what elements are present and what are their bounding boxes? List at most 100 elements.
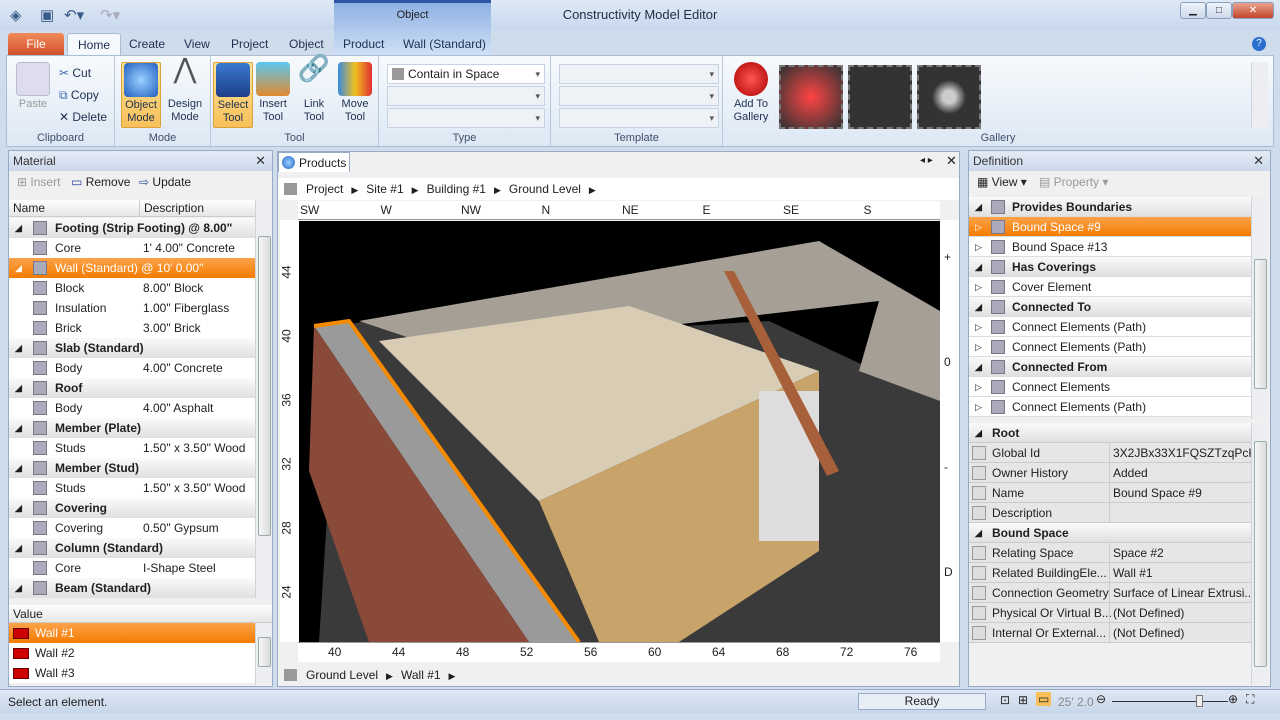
add-to-gallery-button[interactable]: Add To Gallery bbox=[731, 62, 771, 124]
collapse-icon[interactable]: ◢ bbox=[15, 338, 22, 358]
remove-button[interactable]: ▭ Remove bbox=[71, 171, 130, 193]
property-value[interactable]: Wall #1 bbox=[1109, 563, 1251, 582]
collapse-icon[interactable]: ◢ bbox=[975, 297, 982, 316]
gallery-item-1[interactable] bbox=[779, 65, 843, 129]
tree-row[interactable]: ▷ Cover Element bbox=[969, 277, 1251, 297]
view-table-icon[interactable]: ⊞ bbox=[1018, 693, 1028, 707]
insert-tool-button[interactable]: Insert Tool bbox=[253, 62, 293, 124]
property-row[interactable]: Global Id 3X2JBx33X1FQSZTzqPcK... bbox=[969, 443, 1251, 463]
property-row[interactable]: Physical Or Virtual B... (Not Defined) bbox=[969, 603, 1251, 623]
expand-icon[interactable]: ▷ bbox=[975, 217, 982, 236]
material-row[interactable]: Core I-Shape Steel bbox=[9, 558, 255, 578]
close-icon[interactable]: ✕ bbox=[946, 153, 957, 169]
view-grid-icon[interactable]: ⊡ bbox=[1000, 693, 1010, 707]
update-button[interactable]: ⇨ Update bbox=[139, 171, 191, 193]
collapse-icon[interactable]: ◢ bbox=[975, 257, 982, 276]
zoom-out-icon[interactable]: ⊖ bbox=[1096, 692, 1106, 706]
tree-row[interactable]: ▷ Bound Space #9 bbox=[969, 217, 1251, 237]
breadcrumb-item[interactable]: Ground Level bbox=[509, 182, 581, 196]
select-tool-button[interactable]: Select Tool bbox=[213, 62, 253, 128]
expand-icon[interactable]: ▷ bbox=[975, 397, 982, 416]
breadcrumb-item[interactable]: Project bbox=[306, 182, 343, 196]
collapse-icon[interactable]: ◢ bbox=[15, 218, 22, 238]
gallery-item-3[interactable] bbox=[917, 65, 981, 129]
collapse-icon[interactable]: ◢ bbox=[15, 578, 22, 598]
property-value[interactable]: Bound Space #9 bbox=[1109, 483, 1251, 502]
save-icon[interactable]: ▣ bbox=[40, 6, 54, 24]
material-row[interactable]: Block 8.00" Block bbox=[9, 278, 255, 298]
material-row[interactable]: Covering 0.50" Gypsum bbox=[9, 518, 255, 538]
breadcrumb-item[interactable]: Site #1 bbox=[366, 182, 403, 196]
tab-view[interactable]: View bbox=[174, 33, 220, 55]
close-icon[interactable]: ✕ bbox=[255, 151, 266, 171]
material-row[interactable]: ◢ Slab (Standard) bbox=[9, 338, 255, 358]
property-row[interactable]: Owner History Added bbox=[969, 463, 1251, 483]
tab-home[interactable]: Home bbox=[67, 33, 122, 55]
copy-button[interactable]: ⧉ Copy bbox=[59, 88, 99, 103]
value-row[interactable]: Wall #1 bbox=[9, 623, 255, 643]
close-button[interactable]: ✕ bbox=[1232, 2, 1274, 19]
view-button[interactable]: ▦ View ▾ bbox=[977, 171, 1027, 193]
material-row[interactable]: ◢ Covering bbox=[9, 498, 255, 518]
tab-object[interactable]: Object bbox=[279, 33, 334, 55]
gallery-scrollbar[interactable] bbox=[1251, 62, 1268, 128]
material-row[interactable]: ◢ Column (Standard) bbox=[9, 538, 255, 558]
type-combo-3[interactable] bbox=[387, 108, 545, 128]
tab-project[interactable]: Project bbox=[221, 33, 278, 55]
material-scrollbar[interactable] bbox=[255, 200, 272, 598]
property-row[interactable]: Relating Space Space #2 bbox=[969, 543, 1251, 563]
material-row[interactable]: Brick 3.00" Brick bbox=[9, 318, 255, 338]
chevron-right-icon[interactable]: ▶ bbox=[449, 671, 456, 681]
material-row[interactable]: ◢ Wall (Standard) @ 10' 0.00" bbox=[9, 258, 255, 278]
tree-row[interactable]: ▷ Connect Elements (Path) bbox=[969, 317, 1251, 337]
tab-nav-arrows[interactable]: ◂ ▸ bbox=[920, 155, 933, 166]
insert-button[interactable]: ⊞ Insert bbox=[17, 171, 60, 193]
property-row[interactable]: Internal Or External... (Not Defined) bbox=[969, 623, 1251, 643]
expand-icon[interactable]: ▷ bbox=[975, 337, 982, 356]
undo-icon[interactable]: ↶▾ bbox=[64, 6, 84, 24]
breadcrumb-item[interactable]: Ground Level bbox=[306, 668, 378, 682]
tree-row[interactable]: ◢ Provides Boundaries bbox=[969, 197, 1251, 217]
property-value[interactable]: (Not Defined) bbox=[1109, 603, 1251, 622]
material-row[interactable]: ◢ Footing (Strip Footing) @ 8.00" bbox=[9, 218, 255, 238]
material-row[interactable]: Studs 1.50" x 3.50" Wood bbox=[9, 438, 255, 458]
zoom-slider[interactable] bbox=[1112, 695, 1228, 707]
material-row[interactable]: Insulation 1.00" Fiberglass bbox=[9, 298, 255, 318]
tree-row[interactable]: ▷ Connect Elements bbox=[969, 377, 1251, 397]
help-icon[interactable]: ? bbox=[1252, 37, 1266, 51]
property-value[interactable]: 3X2JBx33X1FQSZTzqPcK... bbox=[1109, 443, 1251, 462]
property-row[interactable]: Description bbox=[969, 503, 1251, 523]
property-value[interactable]: Surface of Linear Extrusi... bbox=[1109, 583, 1251, 602]
fit-view-icon[interactable]: ⛶ bbox=[1246, 692, 1254, 707]
chevron-right-icon[interactable]: ▶ bbox=[494, 185, 501, 195]
value-row[interactable]: Wall #2 bbox=[9, 643, 255, 663]
material-row[interactable]: Studs 1.50" x 3.50" Wood bbox=[9, 478, 255, 498]
property-row[interactable]: Connection Geometry Surface of Linear Ext… bbox=[969, 583, 1251, 603]
column-name[interactable]: Name bbox=[13, 200, 45, 217]
tree-scrollbar[interactable] bbox=[1251, 197, 1268, 419]
value-row[interactable]: Wall #3 bbox=[9, 663, 255, 683]
collapse-icon[interactable]: ◢ bbox=[15, 258, 22, 278]
app-icon[interactable]: ◈ bbox=[10, 6, 22, 24]
tree-row[interactable]: ▷ Connect Elements (Path) bbox=[969, 397, 1251, 417]
move-tool-button[interactable]: Move Tool bbox=[335, 62, 375, 124]
tree-row[interactable]: ▷ Connect Elements (Path) bbox=[969, 337, 1251, 357]
link-tool-button[interactable]: 🔗 Link Tool bbox=[294, 55, 334, 124]
property-row[interactable]: ◢ Root bbox=[969, 423, 1251, 443]
property-row[interactable]: Name Bound Space #9 bbox=[969, 483, 1251, 503]
collapse-icon[interactable]: ◢ bbox=[15, 498, 22, 518]
collapse-icon[interactable]: ◢ bbox=[15, 418, 22, 438]
zoom-in-icon[interactable]: ⊕ bbox=[1228, 692, 1238, 706]
property-value[interactable]: (Not Defined) bbox=[1109, 623, 1251, 642]
close-icon[interactable]: ✕ bbox=[1253, 151, 1264, 171]
material-row[interactable]: ◢ Beam (Standard) bbox=[9, 578, 255, 598]
material-row[interactable]: ◢ Member (Plate) bbox=[9, 418, 255, 438]
column-description[interactable]: Description bbox=[139, 200, 204, 217]
maximize-button[interactable]: □ bbox=[1206, 2, 1232, 19]
collapse-icon[interactable]: ◢ bbox=[975, 423, 982, 442]
tree-row[interactable]: ▷ Bound Space #13 bbox=[969, 237, 1251, 257]
collapse-icon[interactable]: ◢ bbox=[975, 523, 982, 542]
material-row[interactable]: ◢ Member (Stud) bbox=[9, 458, 255, 478]
template-combo-2[interactable] bbox=[559, 86, 719, 106]
tree-row[interactable]: ◢ Connected To bbox=[969, 297, 1251, 317]
